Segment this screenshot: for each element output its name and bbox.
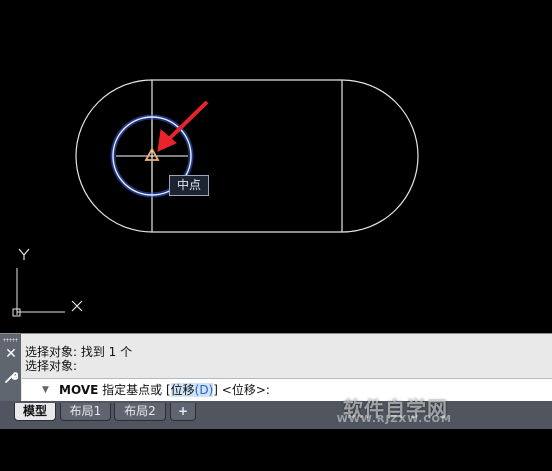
tab-model[interactable]: 模型 — [14, 403, 56, 421]
command-prompt: MOVE 指定基点或 [位移(D)] <位移>: — [59, 379, 270, 402]
add-layout-button[interactable]: + — [170, 403, 196, 421]
osnap-tooltip: 中点 — [169, 175, 209, 196]
prompt-command: MOVE — [59, 383, 99, 397]
option-displacement[interactable]: 位移(D) — [170, 383, 214, 397]
layout-tab-bar: 模型 布局1 布局2 + — [0, 401, 552, 429]
option-label: 位移 — [170, 383, 195, 397]
tab-layout1[interactable]: 布局1 — [60, 403, 111, 421]
ucs-icon — [12, 248, 83, 317]
command-arrow-icon[interactable]: ▼ — [42, 379, 49, 402]
prompt-suffix: ] <位移>: — [213, 383, 270, 397]
red-arrow-annotation — [157, 100, 209, 152]
history-line: 选择对象: 找到 1 个 — [25, 345, 133, 359]
wrench-icon[interactable] — [3, 370, 18, 385]
tab-layout2[interactable]: 布局2 — [114, 403, 166, 421]
command-line-sidebar: ✕ — [0, 334, 21, 402]
history-line: 选择对象: — [25, 359, 78, 373]
close-icon[interactable]: ✕ — [4, 347, 18, 361]
drag-handle[interactable] — [3, 338, 18, 342]
command-input[interactable]: ▼ MOVE 指定基点或 [位移(D)] <位移>: — [22, 378, 552, 402]
watermark-url: WWW.RJZXW.COM — [336, 414, 452, 425]
prompt-text: 指定基点或 [ — [102, 383, 171, 397]
drawing-canvas[interactable] — [0, 0, 552, 333]
command-line-panel: ✕ 选择对象: 找到 1 个 选择对象: ▼ MOVE 指定基点或 [位移(D)… — [0, 333, 552, 402]
option-key: (D) — [194, 383, 214, 397]
